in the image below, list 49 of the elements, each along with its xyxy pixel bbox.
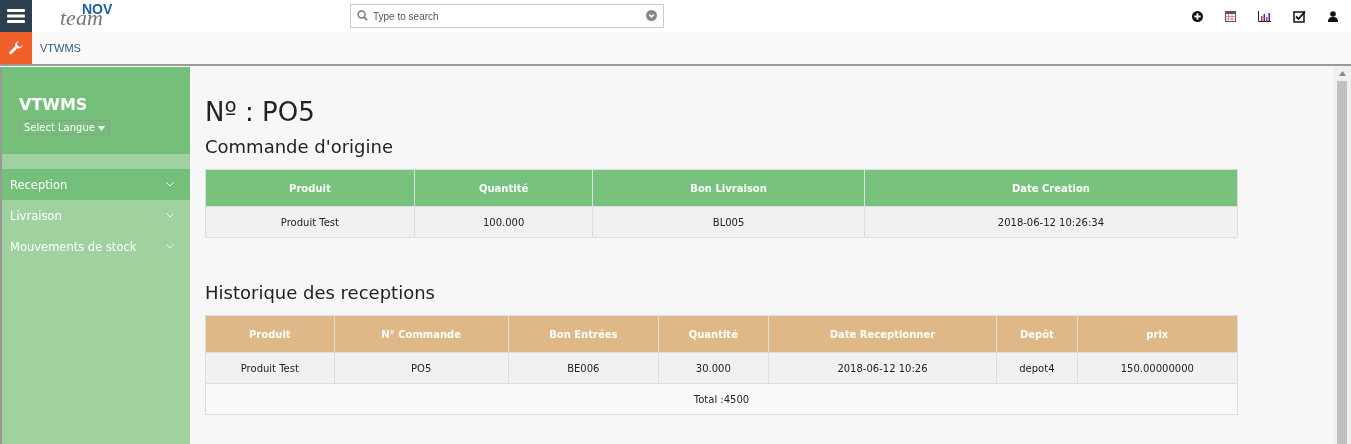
- chevron-icon: [166, 213, 174, 218]
- table-cell: 30.000: [658, 352, 769, 384]
- chevron-icon: [166, 182, 174, 187]
- scrollbar[interactable]: [1333, 66, 1351, 444]
- column-header: Bon Livraison: [592, 169, 865, 207]
- column-header: Date Creation: [864, 169, 1238, 207]
- column-header: prix: [1077, 315, 1238, 353]
- column-header: N° Commande: [334, 315, 509, 353]
- table-cell: depot4: [996, 352, 1078, 384]
- column-header: Depôt: [996, 315, 1078, 353]
- sidebar-item[interactable]: Reception: [2, 169, 190, 200]
- dropdown-icon: [98, 126, 106, 131]
- scroll-up-icon[interactable]: [1338, 71, 1346, 76]
- table-cell: 150.00000000: [1077, 352, 1238, 384]
- chevron-icon: [166, 244, 174, 249]
- language-select[interactable]: Select Langue: [19, 120, 111, 135]
- sidebar-title: VTWMS: [19, 95, 89, 114]
- table-cell: Produit Test: [205, 206, 415, 238]
- user-icon[interactable]: [1328, 10, 1338, 22]
- table-cell: PO5: [334, 352, 509, 384]
- table-cell: BE006: [508, 352, 659, 384]
- column-header: Produit: [205, 169, 415, 207]
- add-icon[interactable]: [1192, 10, 1203, 22]
- section-heading: Historique des receptions: [205, 282, 436, 303]
- sidebar-item[interactable]: Mouvements de stock: [2, 231, 190, 262]
- calendar-icon[interactable]: [1225, 10, 1236, 22]
- column-header: Quantité: [414, 169, 593, 207]
- column-header: Produit: [205, 315, 335, 353]
- table-cell: 2018-06-12 10:26: [768, 352, 997, 384]
- table-cell: Produit Test: [205, 352, 335, 384]
- section-heading: Commande d'origine: [205, 136, 394, 157]
- wrench-icon: [8, 40, 24, 56]
- column-header: Bon Entrées: [508, 315, 659, 353]
- search-icon: [357, 10, 368, 21]
- table-cell: 2018-06-12 10:26:34: [864, 206, 1238, 238]
- page-title: Nº : PO5: [205, 96, 316, 128]
- checkbox-icon[interactable]: [1293, 9, 1306, 23]
- table-cell: 100.000: [414, 206, 593, 238]
- column-header: Date Receptionner: [768, 315, 997, 353]
- dropdown-icon[interactable]: [646, 10, 657, 21]
- breadcrumb: VTWMS: [40, 42, 81, 54]
- search-field[interactable]: Type to search: [350, 4, 664, 28]
- total-cell: Total :4500: [205, 383, 1238, 415]
- table-cell: BL005: [592, 206, 865, 238]
- sidebar-item[interactable]: Livraison: [2, 200, 190, 231]
- column-header: Quantité: [658, 315, 769, 353]
- menu-button[interactable]: [0, 0, 32, 32]
- menu-icon: [7, 9, 25, 23]
- bar-chart-icon[interactable]: [1258, 10, 1271, 22]
